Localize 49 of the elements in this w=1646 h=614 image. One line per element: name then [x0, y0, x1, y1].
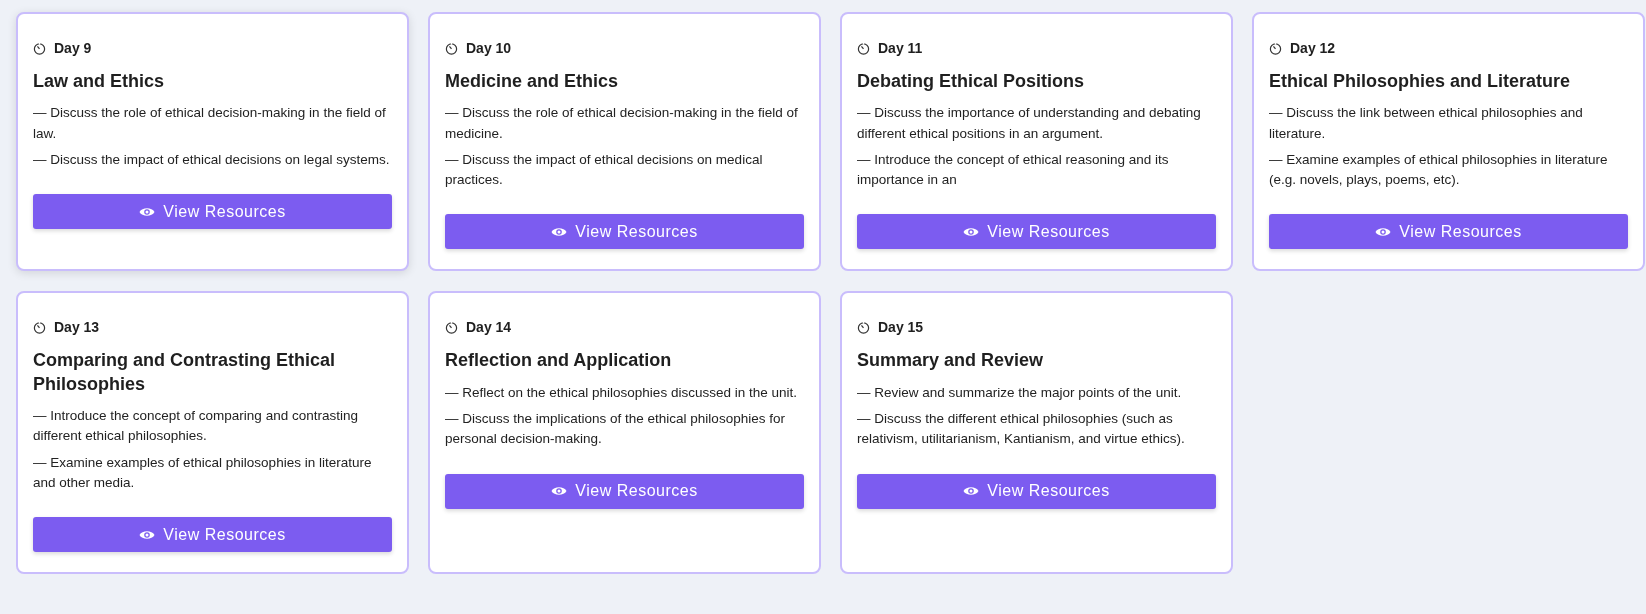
eye-icon: [551, 225, 568, 238]
view-resources-button[interactable]: View Resources: [857, 214, 1216, 250]
day-label: Day 9: [54, 40, 92, 56]
bullet-point: — Review and summarize the major points of the unit.: [857, 383, 1183, 402]
eye-icon: [1375, 225, 1392, 238]
timer-icon: [1269, 41, 1282, 55]
card-title: Comparing and Contrasting Ethical Philosophies: [33, 349, 337, 396]
day-label: Day 10: [466, 40, 512, 56]
view-resources-button[interactable]: View Resources: [445, 214, 804, 250]
bullet-point: — Discuss the importance of understanding and debating different ethical positions in an argument.: [857, 104, 1202, 143]
bullet-point: — Discuss the role of ethical decision-making in the field of medicine.: [445, 104, 799, 143]
bullet-point: — Reflect on the ethical philosophies discussed in the unit.: [445, 383, 798, 402]
bullet-point: — Discuss the different ethical philosophies (such as relativism, utilitarianism, Kantianism, and virtue ethics).: [857, 410, 1186, 449]
timer-icon: [33, 41, 46, 55]
day-label: Day 12: [1290, 40, 1336, 56]
bullet-point: — Introduce the concept of ethical reasoning and its importance in an: [857, 150, 1170, 190]
bullet-point: — Discuss the implications of the ethical philosophies for personal decision-making.: [445, 410, 786, 449]
eye-icon: [963, 225, 980, 238]
timer-icon: [445, 320, 458, 334]
card-title: Debating Ethical Positions: [857, 70, 1086, 93]
card-title: Law and Ethics: [33, 70, 166, 93]
day-label: Day 15: [878, 319, 924, 336]
bullet-point: — Discuss the impact of ethical decisions on medical practices.: [445, 150, 764, 190]
card-title: Summary and Review: [857, 349, 1045, 373]
bullet-point: — Discuss the impact of ethical decisions on legal systems.: [33, 150, 391, 169]
timer-icon: [33, 320, 46, 334]
bullet-point: — Introduce the concept of comparing and contrasting different ethical philosophies.: [33, 407, 359, 446]
view-resources-button[interactable]: View Resources: [33, 517, 392, 553]
view-resources-button[interactable]: View Resources: [1269, 214, 1628, 250]
card-title: Medicine and Ethics: [445, 70, 620, 93]
card-title: Reflection and Application: [445, 349, 673, 373]
view-resources-button[interactable]: View Resources: [33, 194, 392, 230]
day-label: Day 11: [878, 40, 923, 56]
day-label: Day 14: [466, 319, 512, 336]
eye-icon: [963, 485, 980, 498]
eye-icon: [139, 528, 156, 541]
bullet-point: — Discuss the link between ethical philosophies and literature.: [1269, 104, 1584, 143]
view-resources-button[interactable]: View Resources: [445, 473, 804, 509]
timer-icon: [445, 41, 458, 55]
bullet-point: — Discuss the role of ethical decision-making in the field of law.: [33, 104, 387, 143]
bullet-point: — Examine examples of ethical philosophies in literature (e.g. novels, plays, poems, etc).: [1269, 150, 1609, 190]
eye-icon: [139, 205, 156, 218]
view-resources-button[interactable]: View Resources: [857, 473, 1216, 509]
eye-icon: [551, 485, 568, 498]
timer-icon: [857, 320, 870, 334]
day-label: Day 13: [54, 319, 100, 336]
card-title: Ethical Philosophies and Literature: [1269, 70, 1572, 93]
bullet-point: — Examine examples of ethical philosophies in literature and other media.: [33, 453, 373, 492]
timer-icon: [857, 41, 870, 55]
